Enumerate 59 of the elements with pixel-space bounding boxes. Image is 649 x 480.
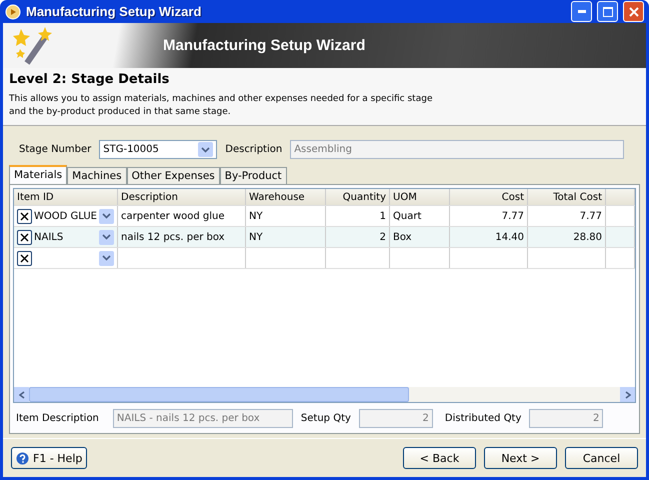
maximize-icon (602, 6, 612, 16)
stage-number-label: Stage Number (19, 144, 92, 155)
horizontal-scrollbar[interactable] (14, 387, 635, 402)
table-cell: 7.77 (502, 210, 524, 222)
table-cell: 14.40 (495, 232, 524, 242)
maximize-button[interactable] (597, 1, 618, 22)
page-heading: Level 2: Stage Details (9, 72, 170, 87)
table-row[interactable]: NAILS nails 12 pcs. per box NY 2 Box 14.40 28.80 (14, 227, 635, 248)
table-cell: 28.80 (573, 232, 602, 242)
minimize-icon (578, 10, 586, 13)
help-button[interactable]: F1 - Help (11, 447, 88, 469)
tab[interactable]: Materials (9, 165, 68, 184)
window-title: Manufacturing Setup Wizard (26, 4, 202, 19)
table-cell: 2 (380, 232, 386, 242)
table-cell: NY (249, 210, 263, 222)
item-description-field: NAILS - nails 12 pcs. per box (112, 409, 293, 428)
delete-row-icon[interactable] (17, 230, 32, 244)
stage-number-dropdown[interactable]: STG-10005 (99, 140, 218, 159)
scroll-right-icon[interactable] (624, 390, 630, 398)
tab[interactable]: Other Expenses (126, 167, 220, 184)
table-cell: WOOD GLUE (34, 210, 97, 222)
column-header: Total Cost (528, 189, 606, 205)
column-header: Cost (450, 189, 528, 205)
column-header: Description (118, 189, 246, 205)
setup-qty-label: Setup Qty (300, 413, 351, 424)
item-description-label: Item Description (16, 413, 99, 424)
help-icon (16, 452, 29, 464)
banner-title: Manufacturing Setup Wizard (163, 37, 366, 54)
distributed-qty-label: Distributed Qty (444, 413, 522, 424)
column-header: Item ID (14, 189, 118, 205)
column-header: Quantity (326, 189, 390, 205)
delete-row-icon[interactable] (17, 208, 32, 224)
table-cell: NAILS (34, 232, 64, 242)
close-icon (628, 6, 638, 16)
delete-row-icon[interactable] (17, 250, 32, 266)
scroll-left-icon[interactable] (18, 390, 24, 398)
tab[interactable]: Machines (67, 167, 127, 184)
table-cell: Box (393, 232, 412, 242)
close-button[interactable] (623, 1, 644, 22)
column-header: UOM (390, 189, 450, 205)
table-cell: nails 12 pcs. per box (121, 232, 225, 242)
minimize-button[interactable] (571, 1, 592, 22)
setup-qty-field: 2 (358, 409, 433, 428)
app-icon (5, 4, 21, 20)
intro-text: This allows you to assign materials, machines and other expenses needed for a specific stage and the by-product produced in that same stage. (9, 93, 434, 119)
wizard-button[interactable]: < Back (403, 447, 476, 469)
table-cell: 7.77 (580, 210, 602, 222)
column-header: Warehouse (246, 189, 326, 205)
tab[interactable]: By-Product (220, 167, 287, 184)
wizard-button[interactable]: Cancel (565, 447, 638, 469)
description-label: Description (225, 144, 282, 155)
wizard-button[interactable]: Next > (484, 447, 557, 469)
description-field: Assembling (290, 140, 624, 159)
table-row[interactable]: WOOD GLUE carpenter wood glue NY 1 Quart 7.77 7.77 (14, 206, 635, 227)
table-cell: 1 (380, 210, 386, 222)
table-cell: Quart (393, 210, 422, 222)
table-cell: carpenter wood glue (121, 210, 224, 222)
table-cell: NY (249, 232, 263, 242)
distributed-qty-field: 2 (529, 409, 604, 428)
